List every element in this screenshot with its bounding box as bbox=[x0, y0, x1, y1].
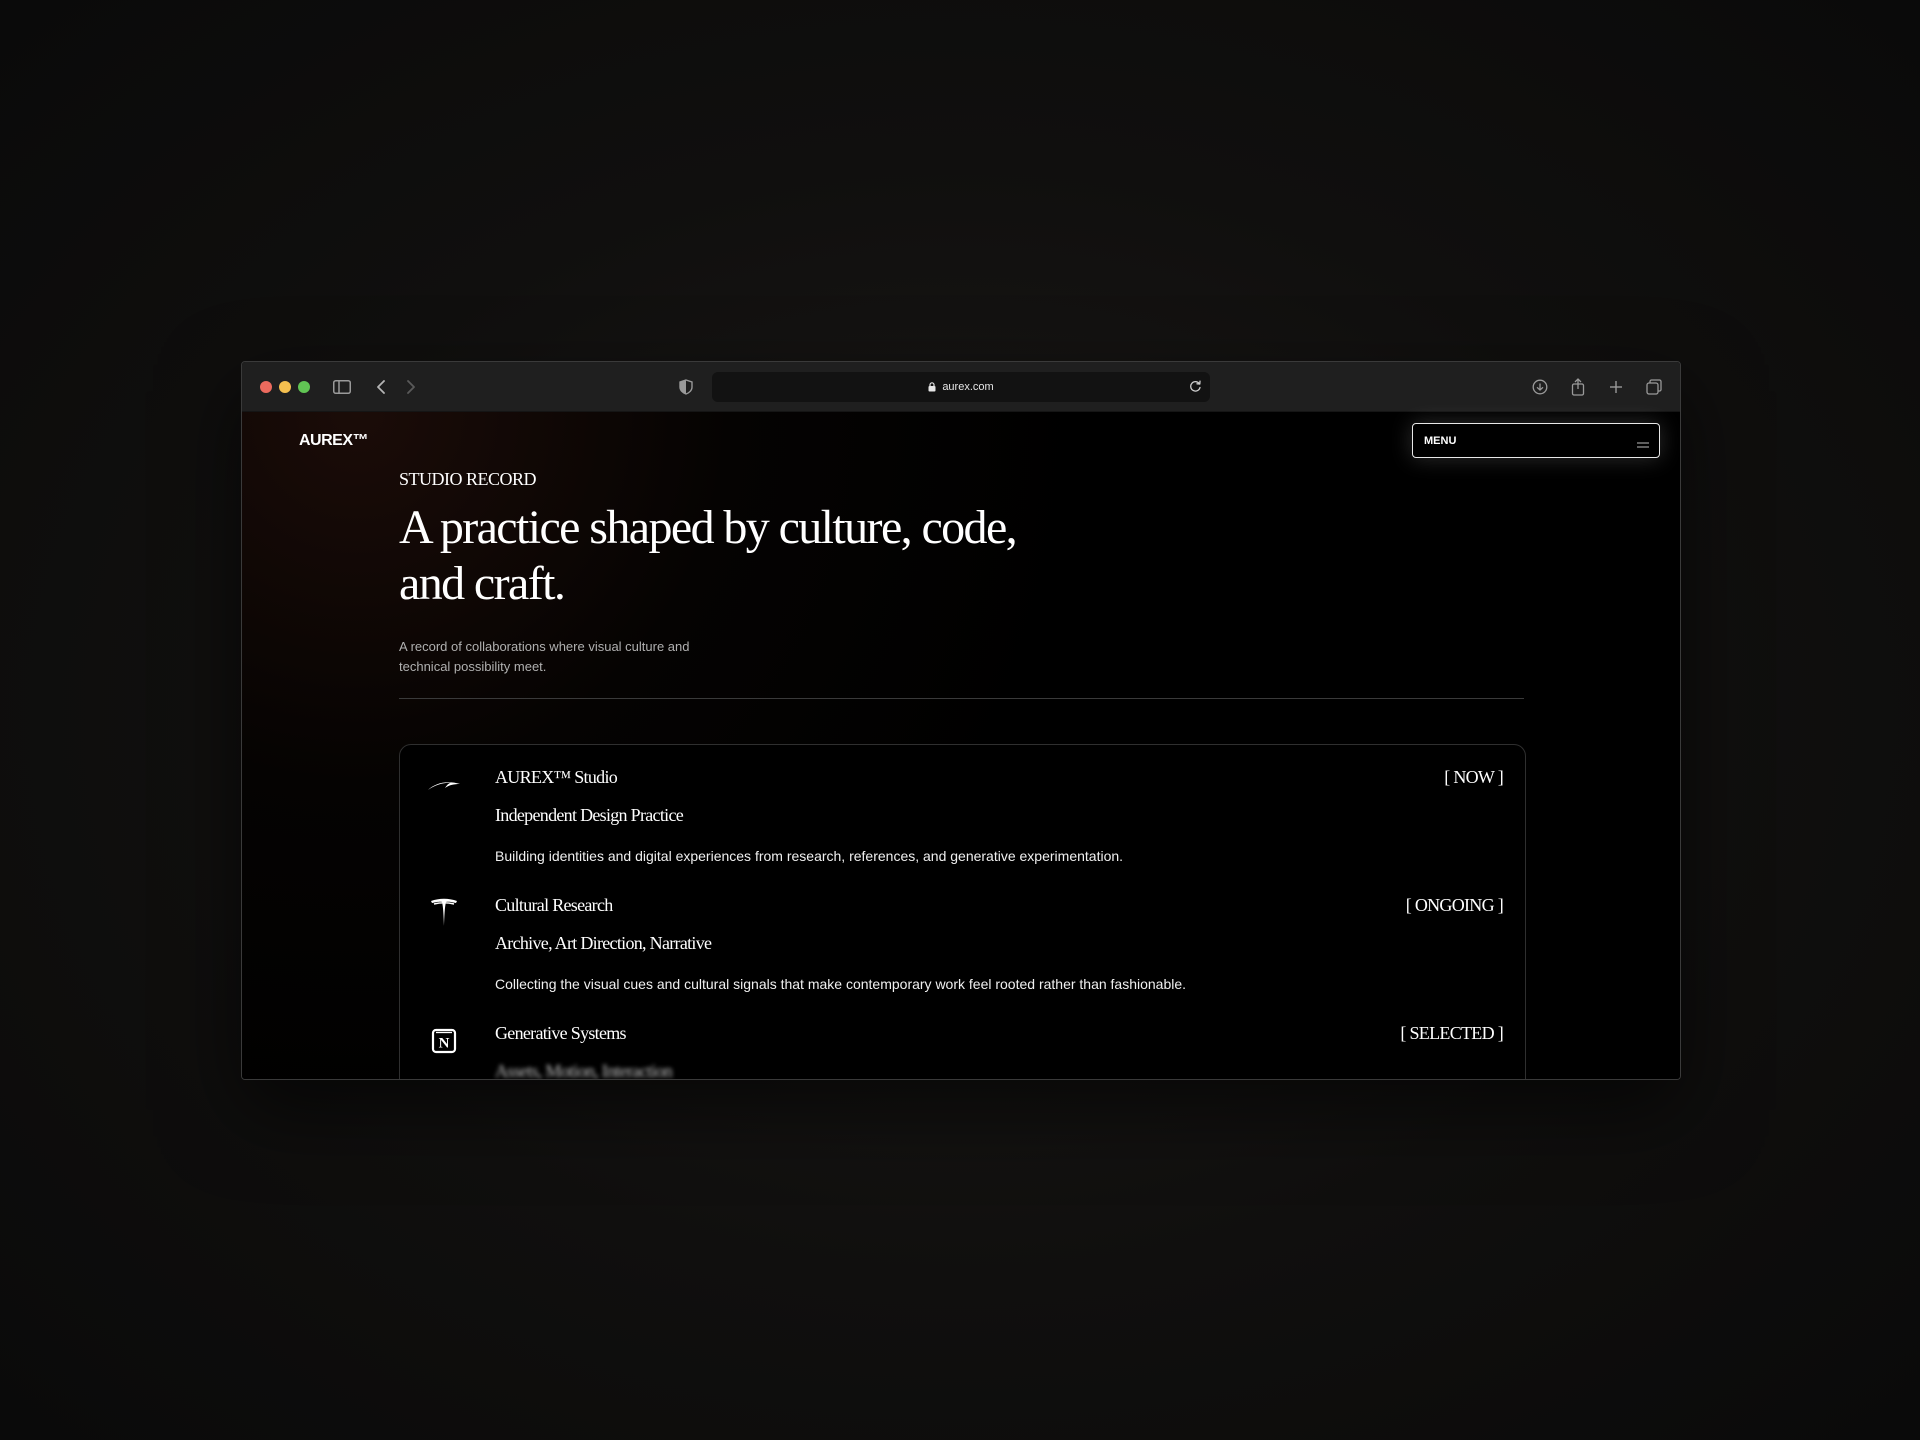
close-window-button[interactable] bbox=[260, 381, 272, 393]
record-status: [ NOW ] bbox=[1444, 767, 1503, 787]
record-title: Cultural Research bbox=[495, 895, 613, 915]
share-icon[interactable] bbox=[1566, 375, 1590, 399]
new-tab-plus-icon[interactable] bbox=[1604, 375, 1628, 399]
address-bar[interactable]: aurex.com bbox=[712, 372, 1210, 402]
forward-arrow-icon[interactable] bbox=[399, 375, 423, 399]
record-title: AUREX™ Studio bbox=[495, 767, 618, 787]
hamburger-icon bbox=[1637, 436, 1649, 454]
record-subtitle: Independent Design Practice bbox=[495, 805, 684, 825]
site-logo[interactable]: AUREX™ bbox=[299, 432, 369, 450]
tab-overview-icon[interactable] bbox=[1642, 375, 1666, 399]
record-title: Generative Systems bbox=[495, 1023, 627, 1043]
notion-n-icon: N bbox=[426, 1023, 462, 1059]
record-description: Collecting the visual cues and cultural … bbox=[495, 976, 1187, 992]
record-subtitle: Assets, Motion, Interaction bbox=[495, 1061, 673, 1080]
record-subtitle: Archive, Art Direction, Narrative bbox=[495, 933, 712, 953]
download-icon[interactable] bbox=[1528, 375, 1552, 399]
svg-text:N: N bbox=[439, 1036, 450, 1052]
reload-icon[interactable] bbox=[1189, 380, 1202, 396]
tesla-t-icon bbox=[426, 895, 462, 931]
section-divider bbox=[399, 698, 1524, 699]
lock-icon bbox=[928, 382, 936, 392]
browser-toolbar: aurex.com bbox=[242, 362, 1680, 412]
record-status: [ ONGOING ] bbox=[1405, 895, 1504, 915]
web-page: AUREX™ MENU STUDIO RECORD A practice sha… bbox=[242, 412, 1680, 1079]
record-description: Building identities and digital experien… bbox=[495, 848, 1124, 864]
section-eyebrow: STUDIO RECORD bbox=[399, 469, 537, 489]
sidebar-toggle-icon[interactable] bbox=[330, 375, 354, 399]
zoom-window-button[interactable] bbox=[298, 381, 310, 393]
record-list-card: AUREX™ Studio [ NOW ] Independent Design… bbox=[399, 744, 1526, 1080]
menu-button-label: MENU bbox=[1424, 435, 1457, 447]
page-lede: A record of collaborations where visual … bbox=[399, 639, 690, 674]
browser-window: aurex.com AUREX™ MENU STUDIO RECORD A pr… bbox=[241, 361, 1681, 1080]
minimize-window-button[interactable] bbox=[279, 381, 291, 393]
back-arrow-icon[interactable] bbox=[369, 375, 393, 399]
menu-button[interactable]: MENU bbox=[1412, 423, 1660, 458]
privacy-shield-icon[interactable] bbox=[674, 375, 698, 399]
record-status: [ SELECTED ] bbox=[1400, 1023, 1503, 1043]
page-headline: A practice shaped by culture, code, and … bbox=[399, 501, 1018, 610]
url-text: aurex.com bbox=[942, 381, 994, 393]
mclaren-swoosh-icon bbox=[426, 767, 462, 803]
